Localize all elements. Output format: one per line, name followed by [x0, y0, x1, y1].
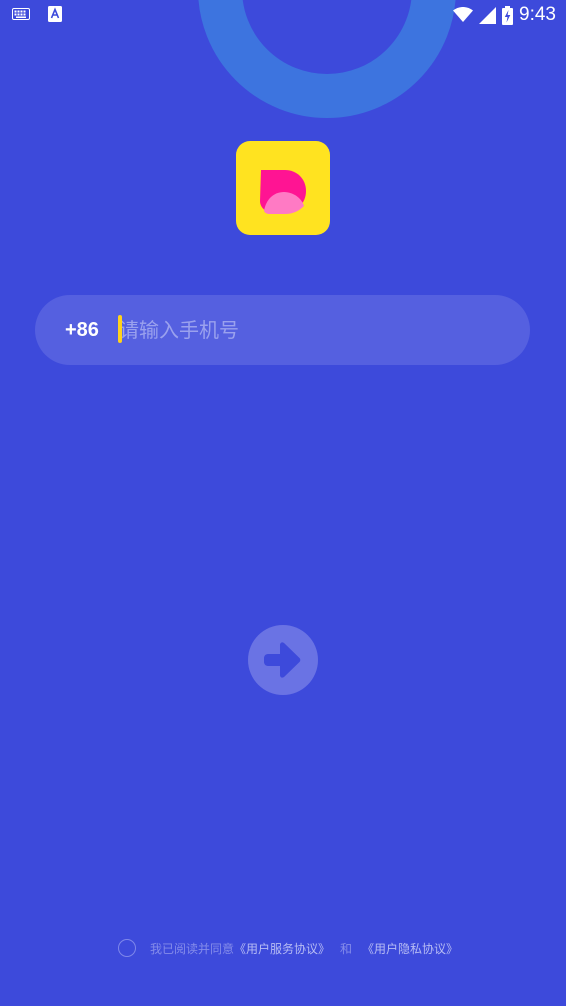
text-caret	[118, 315, 122, 343]
phone-number-input[interactable]	[119, 312, 499, 348]
agree-checkbox[interactable]	[118, 939, 136, 957]
agreement-row: 我已阅读并同意 《用户服务协议》 和 《用户隐私协议》	[118, 937, 458, 959]
keyboard-icon	[12, 8, 30, 20]
login-screen: 9:43 +86 我已阅读并同意 《用户服务协议》 和 《用户隐私协议》	[0, 0, 566, 1006]
status-time: 9:43	[519, 4, 556, 25]
status-bar: 9:43	[0, 0, 566, 30]
app-logo-mark-icon	[260, 170, 306, 214]
agreement-prefix: 我已阅读并同意	[150, 941, 235, 956]
app-logo	[236, 141, 330, 235]
status-bar-right: 9:43	[453, 3, 556, 27]
wifi-icon	[453, 7, 474, 22]
agreement-and: 和	[340, 941, 353, 956]
font-a-icon	[48, 6, 62, 22]
next-arrow-button[interactable]	[248, 625, 318, 695]
phone-input-container: +86	[35, 295, 530, 365]
battery-icon	[502, 5, 514, 25]
country-code-selector[interactable]: +86	[65, 295, 99, 365]
user-privacy-agreement-link[interactable]: 《用户隐私协议》	[362, 940, 458, 957]
status-bar-left	[12, 6, 62, 22]
signal-icon	[479, 6, 497, 24]
user-service-agreement-link[interactable]: 《用户服务协议》	[234, 940, 330, 957]
arrow-right-icon	[264, 642, 301, 678]
